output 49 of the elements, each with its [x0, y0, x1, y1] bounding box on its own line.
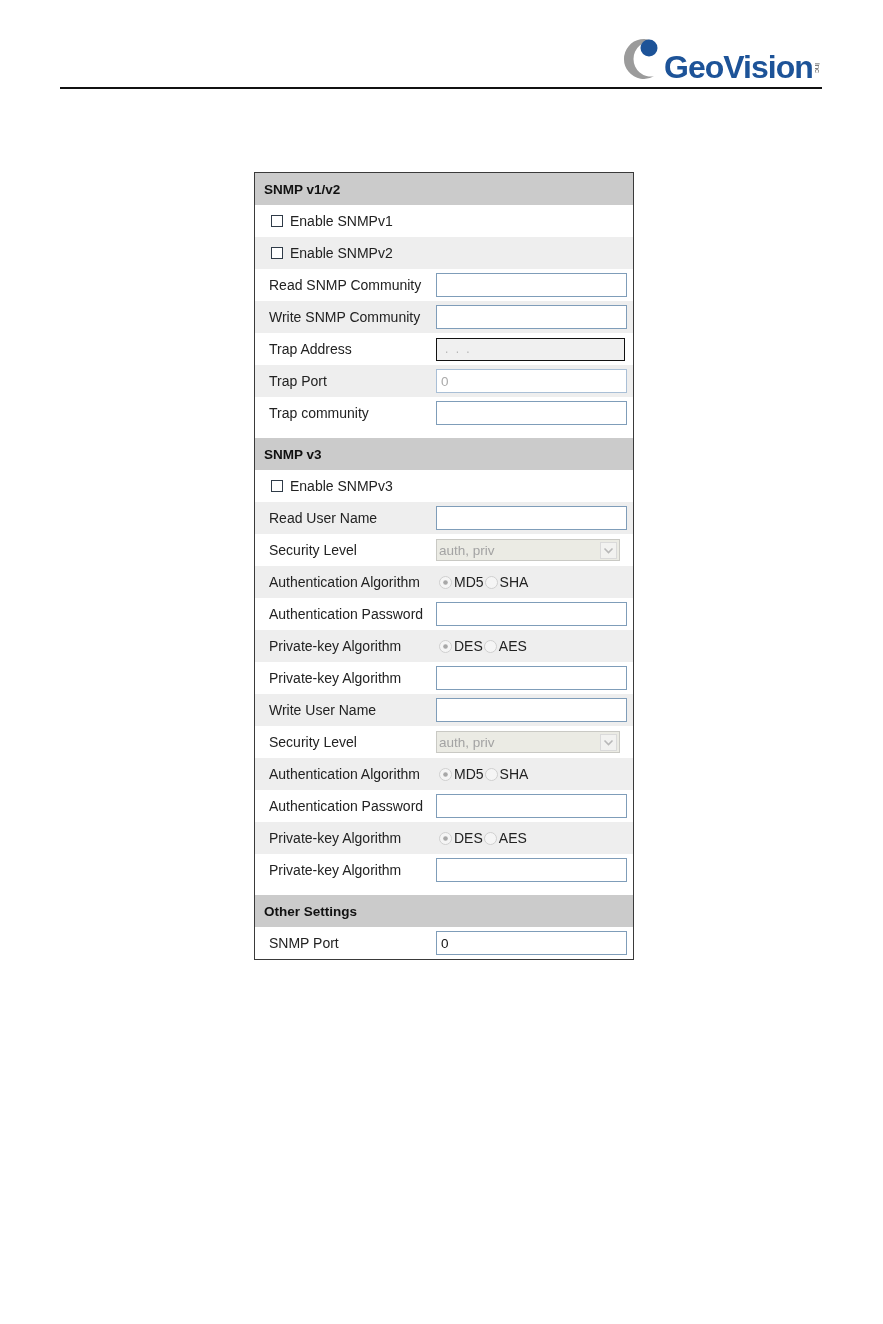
field-label: Authentication Password	[269, 606, 425, 622]
chevron-down-icon	[600, 733, 617, 751]
radio-label: DES	[454, 830, 483, 846]
chevron-down-icon	[600, 541, 617, 559]
section-header: SNMP v1/v2	[255, 173, 633, 205]
checkbox[interactable]	[271, 480, 283, 492]
radio-label: MD5	[454, 574, 484, 590]
radio-label: AES	[498, 638, 527, 654]
field-label: Read SNMP Community	[269, 277, 423, 293]
field-label: Security Level	[269, 542, 358, 558]
checkbox-label: Enable SNMPv3	[290, 478, 393, 494]
field-label: Private-key Algorithm	[269, 830, 403, 846]
field-label: Private-key Algorithm	[269, 670, 403, 686]
field-label: Write SNMP Community	[269, 309, 422, 325]
text-field[interactable]	[436, 506, 627, 530]
checkbox[interactable]	[271, 215, 283, 227]
checkbox-label: Enable SNMPv1	[290, 213, 393, 229]
text-field[interactable]	[436, 858, 627, 882]
radio-label: DES	[454, 638, 483, 654]
radio-label: SHA	[499, 574, 529, 590]
logo-suffix: inc	[812, 62, 821, 74]
logo-wordmark: GeoVision	[664, 52, 813, 82]
text-field[interactable]	[436, 602, 627, 626]
text-field[interactable]	[436, 666, 627, 690]
field-label: Private-key Algorithm	[269, 862, 403, 878]
field-label: Write User Name	[269, 702, 378, 718]
field-label: Security Level	[269, 734, 358, 750]
checkbox[interactable]	[271, 247, 283, 259]
field-label: Authentication Password	[269, 798, 425, 814]
checkbox-label: Enable SNMPv2	[290, 245, 393, 261]
field-label: Read User Name	[269, 510, 379, 526]
radio-label: SHA	[499, 766, 529, 782]
text-field[interactable]	[436, 794, 627, 818]
text-field[interactable]	[436, 273, 627, 297]
field-label: Trap Address	[269, 341, 353, 357]
text-field[interactable]: 0	[436, 931, 627, 955]
field-label: Authentication Algorithm	[269, 766, 421, 782]
field-label: Private-key Algorithm	[269, 638, 403, 654]
radio-label: MD5	[454, 766, 484, 782]
text-field[interactable]	[436, 305, 627, 329]
section-header: Other Settings	[255, 895, 633, 927]
text-field[interactable]	[436, 401, 627, 425]
field-label: SNMP Port	[269, 935, 340, 951]
field-label: Trap community	[269, 405, 370, 421]
text-field[interactable]	[436, 698, 627, 722]
radio-label: AES	[498, 830, 527, 846]
section-header: SNMP v3	[255, 438, 633, 470]
field-label: Trap Port	[269, 373, 328, 389]
field-label: Authentication Algorithm	[269, 574, 421, 590]
